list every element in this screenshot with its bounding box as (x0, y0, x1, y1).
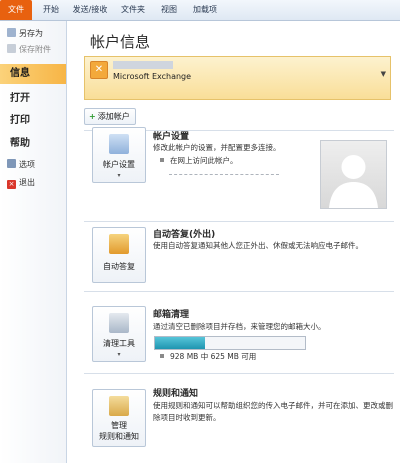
nav-options[interactable]: 选项 (0, 158, 66, 172)
account-type: Microsoft Exchange (113, 72, 192, 81)
nav-save-as[interactable]: 另存为 (0, 27, 66, 41)
person-silhouette-icon (329, 155, 378, 208)
mailbox-storage-fill (155, 337, 205, 349)
mailbox-cleanup-title: 邮箱清理 (153, 310, 190, 320)
dropdown-arrow-icon: ▾ (117, 351, 121, 358)
mailbox-storage-text: 928 MB 中 625 MB 可用 (170, 352, 257, 361)
account-settings-button[interactable]: 帐户设置 ▾ (92, 127, 146, 183)
auto-reply-button[interactable]: 自动答复 (92, 227, 146, 283)
tab-home[interactable]: 开始 (38, 0, 64, 20)
auto-reply-icon (109, 234, 129, 254)
nav-exit[interactable]: × 退出 (0, 176, 66, 190)
divider (84, 373, 394, 374)
nav-save-attachments-label: 保存附件 (19, 45, 51, 54)
nav-help[interactable]: 帮助 (0, 134, 66, 154)
bullet-icon (160, 354, 164, 358)
tab-add-ins[interactable]: 加载项 (188, 0, 222, 20)
dropdown-arrow-icon: ▾ (117, 172, 121, 179)
rules-description: 使用规则和通知可以帮助组织您的传入电子邮件，并可在添加、更改或删除项目时收到更新… (153, 401, 393, 422)
account-selector[interactable]: ✕ Microsoft Exchange ▼ (84, 56, 391, 100)
tab-view[interactable]: 视图 (157, 0, 181, 20)
options-icon (7, 159, 16, 168)
auto-reply-button-label: 自动答复 (103, 262, 135, 271)
account-email-redacted (113, 61, 173, 69)
mailbox-storage-info: 928 MB 中 625 MB 可用 (160, 351, 256, 362)
nav-save-attachments[interactable]: 保存附件 (0, 43, 66, 57)
nav-exit-label: 退出 (19, 178, 35, 187)
add-account-label: 添加帐户 (97, 112, 130, 121)
cleanup-tools-button-label: 清理工具 (103, 339, 135, 348)
auto-reply-description: 使用自动答复通知其他人您正外出、休假或无法响应电子邮件。 (153, 241, 363, 250)
add-account-button[interactable]: + 添加帐户 (84, 108, 136, 125)
contact-photo[interactable] (320, 140, 387, 209)
web-access-label: 在网上访问此帐户。 (170, 156, 238, 165)
chevron-down-icon: ▼ (380, 70, 386, 78)
divider (84, 291, 394, 292)
web-access-link-line (169, 174, 279, 175)
exchange-icon: ✕ (90, 61, 108, 79)
account-settings-button-label: 帐户设置 (103, 160, 135, 169)
nav-open[interactable]: 打开 (0, 89, 66, 109)
attachment-icon (7, 44, 16, 53)
nav-save-as-label: 另存为 (19, 29, 43, 38)
plus-icon: + (89, 112, 96, 121)
manage-rules-button-label-2: 规则和通知 (99, 432, 139, 441)
divider (84, 221, 394, 222)
save-as-icon (7, 28, 16, 37)
rules-title: 规则和通知 (153, 389, 199, 399)
mailbox-cleanup-description: 通过清空已删除项目并存档，来管理您的邮箱大小。 (153, 322, 326, 331)
rules-icon (109, 396, 129, 416)
nav-print[interactable]: 打印 (0, 111, 66, 131)
tab-file[interactable]: 文件 (0, 0, 32, 20)
account-settings-title: 帐户设置 (153, 132, 190, 142)
manage-rules-button-label-1: 管理 (111, 421, 127, 430)
mailbox-storage-bar (154, 336, 306, 350)
nav-options-label: 选项 (19, 160, 35, 169)
web-access-item[interactable]: 在网上访问此帐户。 (160, 155, 238, 166)
cleanup-tools-icon (109, 313, 129, 333)
auto-reply-title: 自动答复(外出) (153, 230, 216, 240)
cleanup-tools-button[interactable]: 清理工具 ▾ (92, 306, 146, 362)
nav-info[interactable]: 信息 (0, 64, 66, 84)
account-settings-icon (109, 134, 129, 154)
tab-folder[interactable]: 文件夹 (117, 0, 149, 20)
account-info-panel: 帐户信息 ✕ Microsoft Exchange ▼ + 添加帐户 帐户设置 ▾… (67, 21, 400, 463)
backstage-nav: 另存为 保存附件 信息 打开 打印 帮助 选项 × 退出 (0, 21, 67, 463)
ribbon-tab-bar: 文件 开始 发送/接收 文件夹 视图 加载项 (0, 0, 400, 21)
exit-icon: × (7, 180, 16, 189)
tab-send-receive[interactable]: 发送/接收 (68, 0, 112, 20)
manage-rules-button[interactable]: 管理 规则和通知 (92, 389, 146, 447)
page-title: 帐户信息 (90, 33, 151, 51)
bullet-icon (160, 158, 164, 162)
